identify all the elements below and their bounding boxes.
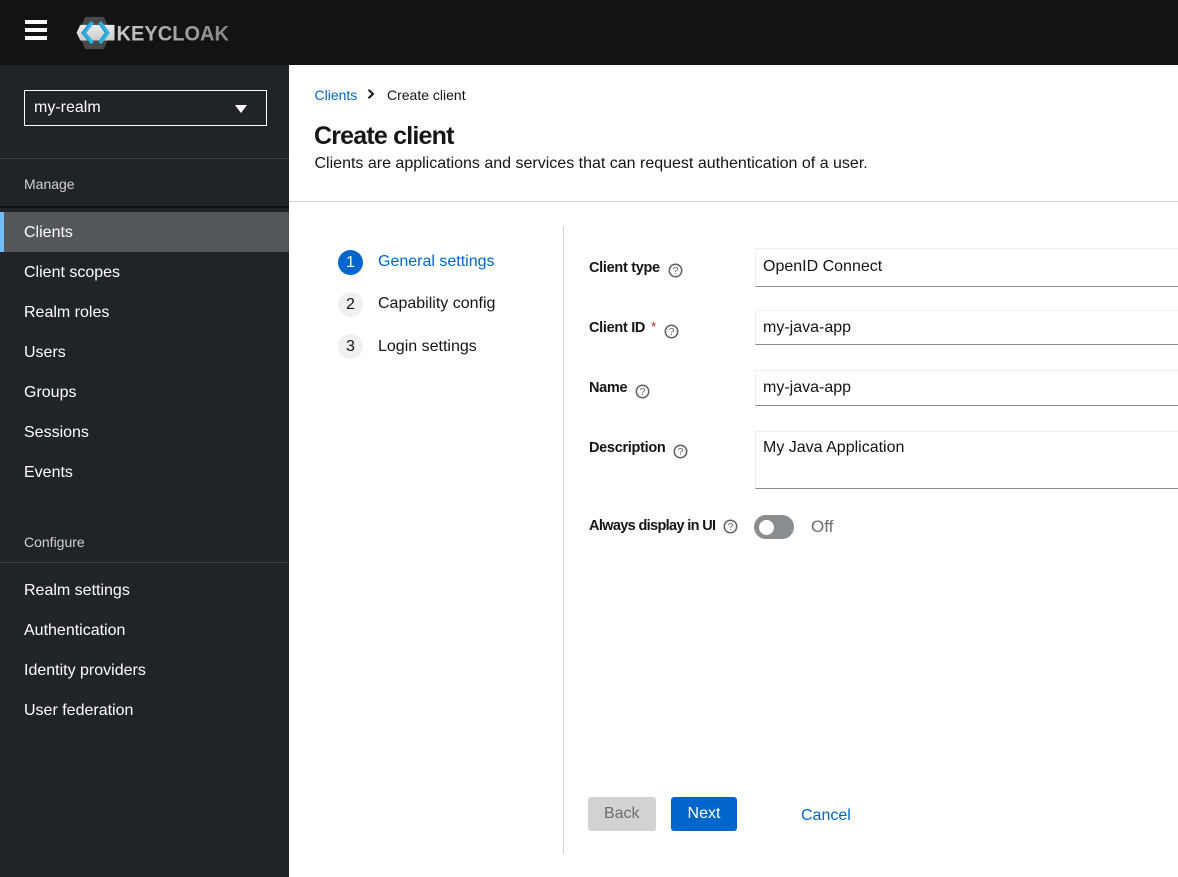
svg-text:?: ? (640, 386, 646, 398)
svg-text:?: ? (672, 265, 678, 277)
svg-text:?: ? (728, 521, 734, 533)
svg-text:KEYCLOAK: KEYCLOAK (117, 22, 230, 46)
svg-text:?: ? (678, 446, 684, 458)
svg-text:?: ? (669, 326, 675, 338)
